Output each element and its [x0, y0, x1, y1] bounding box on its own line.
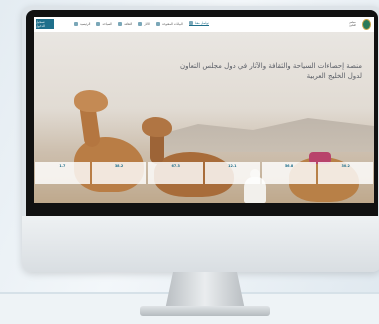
nav-icon	[118, 21, 123, 26]
nav-label: الرئيسية	[80, 21, 91, 26]
nav-label: السياحة	[102, 21, 113, 26]
nav-icon	[96, 21, 101, 26]
stat-card[interactable]: 12.1	[205, 162, 260, 184]
camel-middle-head	[142, 117, 172, 137]
stat-value: 1.7	[59, 164, 66, 168]
nav-item-1[interactable]: السياحة	[96, 21, 112, 26]
nav-label: البيانات المفتوحة	[161, 21, 183, 26]
nav-icon	[74, 21, 78, 26]
nav-menu: الرئيسية السياحة الثقافة الآثار البيانات…	[74, 21, 209, 26]
hero-mountains	[154, 118, 374, 152]
monitor-stand	[165, 272, 245, 310]
stat-value: 12.1	[228, 164, 237, 168]
stat-card[interactable]: 38.2	[91, 162, 147, 184]
stat-value: 30.2	[341, 164, 350, 168]
stats-bar: 1.7 38.2 67.3 12.1 56.8 30.2	[34, 162, 374, 184]
nav-item-5[interactable]: تواصل معنا	[188, 21, 209, 26]
camel-left-head	[74, 90, 108, 112]
monitor-chin	[22, 216, 379, 272]
stat-card[interactable]: 67.3	[148, 162, 204, 184]
monitor-base	[140, 306, 270, 316]
nav-item-2[interactable]: الثقافة	[118, 21, 132, 26]
top-navbar: تسجيل الدخول الرئيسية السياحة الثقافة ال…	[34, 17, 374, 33]
stat-card[interactable]: 1.7	[35, 162, 90, 184]
hero-title-line2: لدول الخليج العربية	[306, 71, 362, 80]
nav-icon	[155, 21, 160, 26]
nav-item-0[interactable]: الرئيسية	[74, 21, 90, 26]
nav-item-4[interactable]: البيانات المفتوحة	[155, 21, 183, 26]
nav-icon	[138, 21, 143, 26]
screen: تسجيل الدخول الرئيسية السياحة الثقافة ال…	[34, 17, 374, 203]
hero-banner: منصة إحصاءات السياحة والثقافة والآثار في…	[34, 32, 374, 203]
hero-title-line1: منصة إحصاءات السياحة والثقافة والآثار في…	[179, 62, 362, 70]
hero-title: منصة إحصاءات السياحة والثقافة والآثار في…	[172, 62, 362, 82]
login-button[interactable]: تسجيل الدخول	[36, 19, 54, 29]
nav-label: تواصل معنا	[194, 21, 209, 25]
stat-card[interactable]: 30.2	[318, 162, 374, 184]
stat-card[interactable]: 56.8	[261, 162, 317, 184]
nav-label: الآثار	[144, 21, 150, 26]
nav-label: الثقافة	[124, 21, 133, 26]
stat-value: 67.3	[171, 164, 180, 168]
nav-item-3[interactable]: الآثار	[138, 21, 150, 26]
stat-value: 56.8	[284, 164, 294, 168]
logo-seal-icon	[362, 19, 371, 30]
logo-text: مجلس التعاون	[349, 21, 356, 27]
site-logo[interactable]: مجلس التعاون	[349, 19, 371, 30]
nav-icon	[188, 21, 193, 25]
stat-value: 38.2	[114, 164, 124, 168]
